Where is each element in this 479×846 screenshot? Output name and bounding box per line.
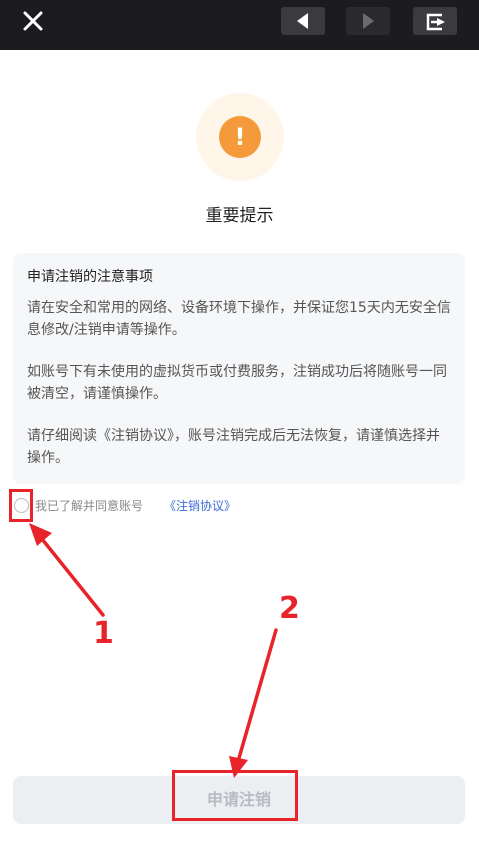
agreement-link[interactable]: 《注销协议》 xyxy=(164,497,236,514)
dialog-title: 重要提示 xyxy=(205,206,274,226)
notice-card: 申请注销的注意事项 请在安全和常用的网络、设备环境下操作，并保证您15天内无安全… xyxy=(13,253,465,484)
warning-badge: ! xyxy=(196,93,284,181)
notice-paragraph: 请仔细阅读《注销协议》，账号注销完成后无法恢复，请谨慎选择并操作。 xyxy=(27,428,440,466)
notice-paragraph: 如账号下有未使用的虚拟货币或付费服务，注销成功后将随账号一同被清空，请谨慎操作。 xyxy=(27,364,447,402)
annotation-arrow-1 xyxy=(40,537,105,617)
notice-paragraph: 请在安全和常用的网络、设备环境下操作，并保证您15天内无安全信息修改/注销申请等… xyxy=(27,300,451,338)
refresh-button[interactable] xyxy=(413,7,457,35)
refresh-icon xyxy=(426,13,445,31)
annotation-number-1: 1 xyxy=(93,616,114,651)
apply-cancel-button[interactable]: 申请注销 xyxy=(13,776,465,824)
triangle-right-icon xyxy=(363,13,374,29)
annotation-arrowhead-2 xyxy=(229,756,248,778)
agreement-radio[interactable] xyxy=(14,498,29,513)
exclamation-icon: ! xyxy=(219,116,261,158)
back-button[interactable] xyxy=(281,7,325,35)
close-button[interactable] xyxy=(14,7,52,37)
annotation-number-2: 2 xyxy=(279,591,300,626)
annotation-arrowhead-1 xyxy=(29,523,52,546)
forward-button[interactable] xyxy=(346,7,390,35)
close-icon xyxy=(23,11,43,31)
triangle-left-icon xyxy=(297,13,308,29)
agreement-text[interactable]: 我已了解并同意账号 xyxy=(35,497,143,514)
notice-heading: 申请注销的注意事项 xyxy=(27,269,153,285)
annotation-arrow-2 xyxy=(237,628,278,760)
top-bar xyxy=(0,0,479,50)
